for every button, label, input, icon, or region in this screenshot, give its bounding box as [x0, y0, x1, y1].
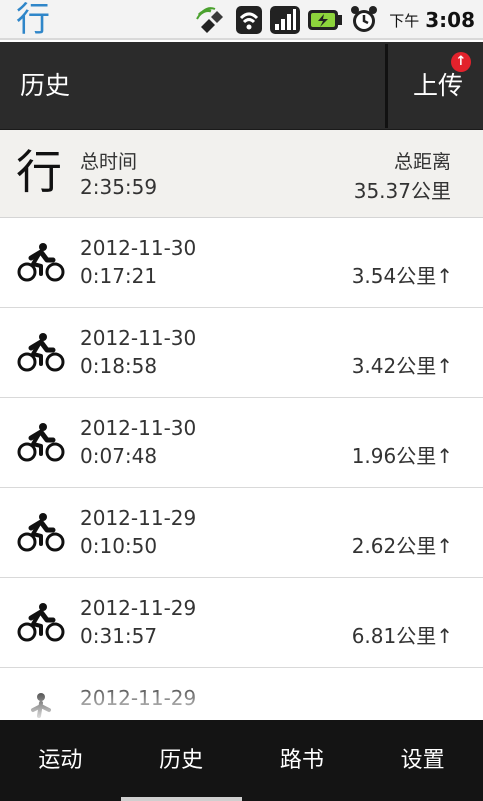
history-row[interactable]: 2012-11-30 0:07:48 1.96公里↑	[0, 398, 483, 488]
bicycle-icon	[17, 603, 65, 642]
record-duration: 0:10:50	[80, 534, 158, 558]
record-duration: 0:31:57	[80, 624, 158, 648]
status-icons: 下午 3:08	[195, 4, 475, 36]
record-distance: 1.96公里↑	[351, 444, 453, 468]
app-notification-icon: 行	[16, 0, 50, 40]
record-distance: 2.62公里↑	[351, 534, 453, 558]
bicycle-icon	[17, 333, 65, 372]
total-time-label: 总时间	[80, 151, 138, 173]
status-ampm: 下午	[389, 11, 420, 30]
record-distance: 3.42公里↑	[351, 354, 453, 378]
record-date: 2012-11-29	[80, 506, 197, 530]
tab-settings[interactable]: 设置	[362, 720, 483, 801]
upload-button[interactable]: 上传 ↑	[389, 42, 483, 130]
record-date: 2012-11-29	[80, 596, 197, 620]
bicycle-icon	[17, 243, 65, 282]
record-duration: 0:07:48	[80, 444, 158, 468]
signal-icon	[270, 6, 301, 34]
record-duration: 0:18:58	[80, 354, 158, 378]
bicycle-icon	[17, 423, 65, 462]
upload-label: 上传	[413, 71, 464, 100]
record-duration: 0:17:21	[80, 264, 158, 288]
tab-history[interactable]: 历史	[120, 720, 242, 801]
status-time: 3:08	[425, 8, 475, 32]
history-row[interactable]: 2012-11-30 0:18:58 3.42公里↑	[0, 308, 483, 398]
record-distance: 6.81公里↑	[351, 624, 453, 648]
total-distance-value: 35.37公里	[353, 179, 451, 203]
summary-panel: 行 总时间 2:35:59 总距离 35.37公里	[0, 130, 483, 218]
battery-charging-icon	[308, 10, 343, 30]
title-divider	[385, 44, 388, 128]
total-time-value: 2:35:59	[80, 175, 158, 199]
bicycle-icon	[17, 513, 65, 552]
history-row[interactable]: 2012-11-29 0:10:50 2.62公里↑	[0, 488, 483, 578]
history-row[interactable]: 2012-11-30 0:17:21 3.54公里↑	[0, 218, 483, 308]
running-icon	[31, 693, 51, 718]
total-distance-label: 总距离	[393, 151, 451, 173]
satellite-icon	[196, 7, 224, 33]
status-bar: 行 下午 3:08	[0, 0, 483, 40]
tab-sport[interactable]: 运动	[0, 720, 121, 801]
record-date: 2012-11-30	[80, 416, 197, 440]
record-date: 2012-11-29	[80, 686, 197, 710]
tab-routebook[interactable]: 路书	[242, 720, 363, 801]
page-title: 历史	[20, 71, 71, 100]
record-distance: 3.54公里↑	[351, 264, 453, 288]
summary-glyph: 行	[16, 145, 62, 199]
wifi-icon	[236, 6, 263, 34]
record-date: 2012-11-30	[80, 236, 197, 260]
bottom-nav: 运动 历史 路书 设置	[0, 720, 483, 801]
title-bar: 历史 上传 ↑	[0, 42, 483, 130]
history-row[interactable]: 2012-11-29 0:31:57 6.81公里↑	[0, 578, 483, 668]
upload-badge-icon: ↑	[451, 52, 471, 72]
history-list[interactable]: 2012-11-30 0:17:21 3.54公里↑ 2012-11-30 0:…	[0, 218, 483, 720]
record-date: 2012-11-30	[80, 326, 197, 350]
history-row[interactable]: 2012-11-29	[0, 668, 483, 720]
alarm-icon	[351, 6, 378, 32]
